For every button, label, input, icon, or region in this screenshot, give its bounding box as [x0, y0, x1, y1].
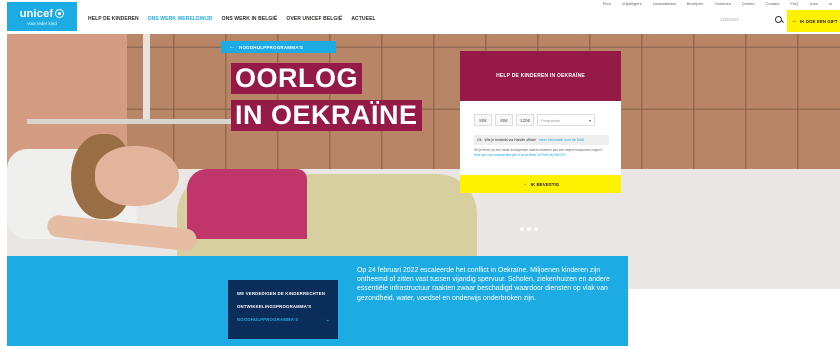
section-menu-item-kinderrechten[interactable]: WE VERDEDIGEN DE KINDERRECHTEN — [237, 287, 330, 300]
arrow-left-icon: ← — [229, 44, 235, 50]
hero-image — [7, 34, 840, 289]
utility-link[interactable]: Vinkenen — [714, 1, 731, 6]
donation-widget-title: HELP DE KINDEREN IN OEKRAÏNE — [496, 73, 585, 79]
bed-headboard — [27, 119, 237, 124]
amount-option-80[interactable]: 80€ — [495, 114, 513, 126]
utility-bar: Pers Vrijwilligers Lesmateriaal Bedrijve… — [0, 0, 840, 10]
utility-link[interactable]: Vrijwilligers — [622, 1, 642, 6]
section-menu-item-noodhulp[interactable]: NOODHULPPROGRAMMA'S ⌄ — [237, 313, 330, 326]
amount-options: 50€ 80€ 120€ Frequentie ▾ — [474, 114, 595, 126]
carousel-dot[interactable] — [520, 227, 524, 231]
section-menu-label: WE VERDEDIGEN DE KINDERRECHTEN — [237, 291, 326, 296]
nav-item-ons-werk-wereldwijd[interactable]: ONS WERK WERELDWIJD — [148, 16, 213, 22]
main-navigation: HELP DE KINDEREN ONS WERK WERELDWIJD ONS… — [88, 16, 376, 22]
confirm-button[interactable]: → IK BEVESTIG — [460, 175, 621, 193]
bed-frame-pole — [143, 34, 150, 119]
utility-link[interactable]: Lesmateriaal — [653, 1, 676, 6]
chevron-down-icon: ▾ — [588, 117, 591, 123]
amount-option-120[interactable]: 120€ — [516, 114, 534, 126]
language-selector[interactable]: nl — [829, 1, 832, 6]
recurring-info: Wil je liever op een vaste doorlopende m… — [474, 148, 609, 157]
nav-item-actueel[interactable]: ACTUEEL — [351, 16, 375, 22]
section-menu-label: ONTWIKKELINGSPROGRAMMA'S — [237, 304, 312, 309]
recurring-info-text: Wil je liever op een vaste doorlopende m… — [474, 148, 603, 152]
section-menu-label: NOODHULPPROGRAMMA'S — [237, 317, 299, 322]
utility-link[interactable]: Doelen — [742, 1, 755, 6]
utility-link[interactable]: Bedrijven — [687, 1, 704, 6]
carousel-dot[interactable] — [534, 227, 538, 231]
breadcrumb-back-button[interactable]: ← NOODHULPPROGRAMMA'S — [221, 41, 336, 53]
donation-widget: HELP DE KINDEREN IN OEKRAÏNE 50€ 80€ 120… — [460, 51, 621, 193]
section-menu-item-ontwikkeling[interactable]: ONTWIKKELINGSPROGRAMMA'S — [237, 300, 330, 313]
logo-wordmark: unicef — [19, 7, 54, 20]
donation-widget-header: HELP DE KINDEREN IN OEKRAÏNE — [460, 51, 621, 101]
frequency-placeholder: Frequentie — [541, 117, 561, 123]
nav-item-ons-werk-in-belgie[interactable]: ONS WERK IN BELGIË — [222, 16, 278, 22]
arrow-right-icon: → — [521, 181, 527, 187]
logo-mark: unicef — [20, 8, 65, 20]
utility-link[interactable]: Contact — [766, 1, 780, 6]
nav-item-over-unicef-belgie[interactable]: OVER UNICEF BELGIË — [286, 16, 342, 22]
utility-link[interactable]: FAQ — [790, 1, 798, 6]
arrow-right-icon: → — [791, 18, 797, 24]
confirm-label: IK BEVESTIG — [530, 181, 560, 187]
utility-link[interactable]: Pers — [603, 1, 611, 6]
tax-notice-link[interactable]: meer informatie over de NAD — [539, 138, 584, 142]
amount-option-50[interactable]: 50€ — [474, 114, 492, 126]
breadcrumb-label: NOODHULPPROGRAMMA'S — [239, 44, 304, 50]
utility-link[interactable]: Jobs — [809, 1, 817, 6]
frequency-select[interactable]: Frequentie ▾ — [537, 114, 595, 126]
unicef-logo[interactable]: unicef voor ieder kind — [7, 2, 77, 31]
carousel-dot[interactable] — [527, 227, 531, 231]
child-face — [95, 146, 179, 206]
intro-paragraph: Op 24 februari 2022 escaleerde het confl… — [357, 267, 610, 302]
page-title-line-2: IN OEKRAÏNE — [231, 100, 422, 131]
search-icon[interactable] — [775, 15, 782, 23]
tax-notice-text: Wie je bedankt via Handle officiel — [484, 138, 536, 142]
tax-notice: Ok Wie je bedankt via Handle officiel me… — [474, 135, 609, 145]
section-menu: WE VERDEDIGEN DE KINDERRECHTEN ONTWIKKEL… — [228, 280, 338, 339]
logo-tagline: voor ieder kind — [27, 20, 57, 26]
nav-item-help-de-kinderen[interactable]: HELP DE KINDEREN — [88, 16, 139, 22]
page-title-line-1: OORLOG — [231, 63, 362, 94]
recurring-info-link[interactable]: Kies dan voor maandelijks gift of word M… — [474, 153, 566, 157]
donate-header-label: IK DOE EEN GIFT — [800, 18, 838, 24]
search-box[interactable]: ZOEKEN — [720, 14, 782, 24]
right-column — [628, 289, 840, 346]
donate-header-button[interactable]: → IK DOE EEN GIFT — [787, 10, 840, 32]
child-shirt — [187, 169, 307, 239]
chevron-down-icon: ⌄ — [325, 316, 330, 323]
tax-notice-prefix: Ok — [477, 138, 482, 142]
utility-links: Pers Vrijwilligers Lesmateriaal Bedrijve… — [603, 1, 832, 6]
globe-icon — [55, 9, 65, 18]
search-input[interactable]: ZOEKEN — [720, 17, 739, 22]
